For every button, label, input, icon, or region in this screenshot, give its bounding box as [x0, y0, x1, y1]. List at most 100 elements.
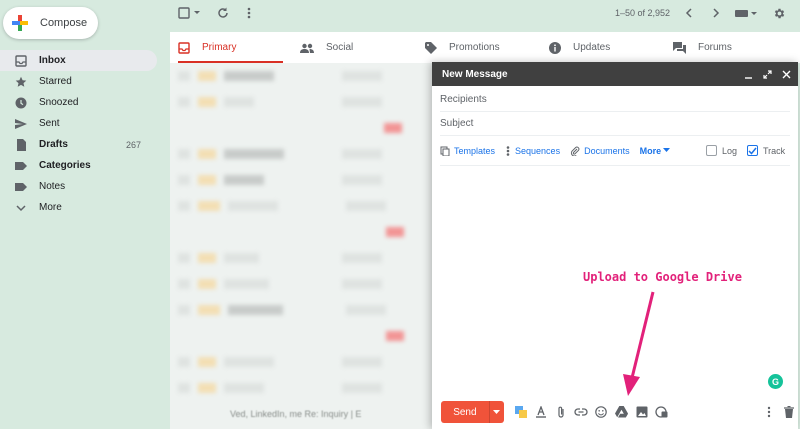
- tab-primary[interactable]: Primary: [178, 32, 283, 63]
- sidebar-item-label: Starred: [39, 76, 72, 87]
- emoji-icon[interactable]: [593, 403, 610, 421]
- label-icon: [14, 180, 28, 194]
- sidebar-item-inbox[interactable]: Inbox: [0, 50, 157, 71]
- sidebar-item-label: Categories: [39, 160, 91, 171]
- photo-icon[interactable]: [633, 403, 650, 421]
- chevron-left-icon: [685, 8, 692, 18]
- tab-label: Social: [326, 42, 354, 53]
- more-dropdown[interactable]: More: [640, 146, 671, 156]
- attach-icon[interactable]: [552, 403, 569, 421]
- send-label: Send: [453, 406, 477, 418]
- recipients-input[interactable]: [440, 94, 790, 105]
- google-drive-icon[interactable]: [613, 403, 630, 421]
- fullscreen-button[interactable]: [760, 67, 774, 81]
- email-list: Ved, LinkedIn, me Re: Inquiry | E: [170, 63, 432, 429]
- minimize-button[interactable]: [741, 67, 755, 81]
- link-icon[interactable]: [573, 403, 590, 421]
- templates-icon: [440, 146, 450, 156]
- grammarly-icon[interactable]: G: [768, 374, 783, 389]
- list-item[interactable]: Ved, LinkedIn, me Re: Inquiry | E: [170, 401, 432, 427]
- close-icon: [782, 70, 790, 78]
- confidential-mode-icon[interactable]: [653, 403, 670, 421]
- log-checkbox[interactable]: Log: [706, 145, 737, 156]
- checkbox-icon: [178, 7, 200, 19]
- compose-button[interactable]: Compose: [3, 7, 98, 39]
- sidebar-item-notes[interactable]: Notes: [0, 176, 157, 197]
- trash-icon[interactable]: [781, 403, 798, 421]
- tab-label: Promotions: [449, 42, 500, 53]
- compose-label: Compose: [40, 17, 88, 29]
- list-item[interactable]: [170, 271, 432, 297]
- list-item[interactable]: [170, 63, 432, 89]
- caret-down-icon: [663, 148, 671, 152]
- tab-social[interactable]: Social: [300, 32, 353, 63]
- prev-page-button[interactable]: [682, 5, 696, 21]
- sequences-label: Sequences: [515, 145, 561, 156]
- sidebar-item-more[interactable]: More: [0, 197, 157, 218]
- more-options-icon[interactable]: [761, 403, 778, 421]
- send-options-button[interactable]: [488, 401, 504, 423]
- list-item[interactable]: [170, 193, 432, 219]
- sidebar-item-drafts[interactable]: Drafts 267: [0, 134, 157, 155]
- sidebar-item-snoozed[interactable]: Snoozed: [0, 92, 157, 113]
- keyboard-icon: [735, 10, 757, 17]
- compose-header[interactable]: New Message: [432, 62, 798, 86]
- documents-label: Documents: [584, 145, 630, 156]
- text-format-icon[interactable]: [532, 403, 549, 421]
- next-page-button[interactable]: [709, 5, 723, 21]
- list-item[interactable]: [170, 297, 432, 323]
- send-button[interactable]: Send: [441, 401, 489, 423]
- list-item[interactable]: [170, 167, 432, 193]
- sequences-icon: [505, 145, 511, 156]
- refresh-button[interactable]: [215, 5, 231, 21]
- checkmark-icon: [748, 147, 757, 155]
- list-item-text: Ved, LinkedIn, me Re: Inquiry | E: [230, 409, 362, 419]
- inbox-icon: [178, 41, 190, 54]
- clock-icon: [14, 96, 28, 110]
- list-item[interactable]: [170, 349, 432, 375]
- tab-forums[interactable]: Forums: [673, 32, 732, 63]
- list-item[interactable]: [170, 141, 432, 167]
- recipients-row: [440, 88, 790, 112]
- documents-button[interactable]: Documents: [570, 146, 630, 156]
- list-item[interactable]: [170, 375, 432, 401]
- chevron-down-icon: [14, 201, 28, 215]
- compose-toolbar: Send: [432, 397, 798, 427]
- tab-promotions[interactable]: Promotions: [425, 32, 500, 63]
- log-checkbox-box[interactable]: [706, 145, 717, 156]
- label-icon: [14, 159, 28, 173]
- send-button-group: Send: [441, 401, 505, 423]
- templates-button[interactable]: Templates: [440, 146, 495, 156]
- drafts-count: 267: [125, 139, 141, 150]
- close-button[interactable]: [779, 67, 793, 81]
- track-checkbox-box[interactable]: [747, 145, 758, 156]
- list-item[interactable]: [170, 89, 432, 115]
- extension-icon[interactable]: [512, 403, 529, 421]
- sidebar-item-label: Inbox: [39, 55, 66, 66]
- sequences-button[interactable]: Sequences: [505, 146, 560, 156]
- track-checkbox[interactable]: Track: [747, 145, 785, 156]
- tag-icon: [425, 41, 437, 54]
- list-item[interactable]: [170, 245, 432, 271]
- minimize-icon: [744, 76, 752, 79]
- sidebar-item-categories[interactable]: Categories: [0, 155, 157, 176]
- list-item[interactable]: [170, 115, 432, 141]
- subject-input[interactable]: [440, 118, 790, 129]
- plus-icon: [12, 15, 28, 31]
- compose-title: New Message: [442, 68, 508, 80]
- input-tools-button[interactable]: [733, 5, 759, 21]
- info-icon: [549, 41, 561, 54]
- extension-bar: Templates Sequences Documents More Log T…: [440, 136, 790, 166]
- list-item[interactable]: [170, 219, 432, 245]
- sidebar-item-starred[interactable]: Starred: [0, 71, 157, 92]
- tab-label: Forums: [698, 42, 732, 53]
- more-options-button[interactable]: [243, 5, 255, 21]
- subject-row: [440, 112, 790, 136]
- list-item[interactable]: [170, 323, 432, 349]
- log-label: Log: [722, 145, 738, 156]
- select-checkbox[interactable]: [177, 5, 203, 21]
- toolbar: 1–50 of 2,952: [165, 0, 800, 26]
- tab-updates[interactable]: Updates: [549, 32, 610, 63]
- sidebar-item-sent[interactable]: Sent: [0, 113, 157, 134]
- settings-button[interactable]: [771, 5, 787, 21]
